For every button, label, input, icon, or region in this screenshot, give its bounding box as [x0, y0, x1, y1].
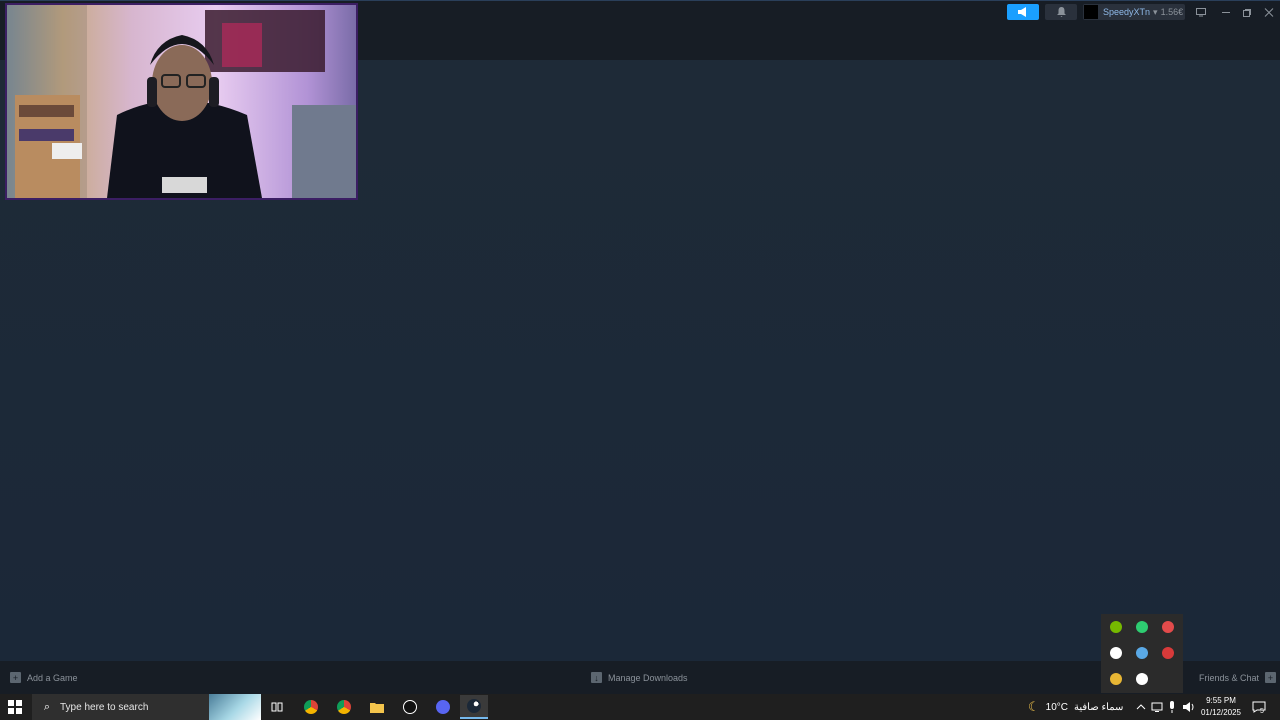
taskbar: ⌕ Type here to search ☾ 10°C سماء صافية …	[0, 694, 1280, 720]
steam-icon[interactable]	[1136, 647, 1148, 659]
search-highlight-image	[209, 694, 261, 720]
nvidia-icon[interactable]	[1110, 621, 1122, 633]
moon-icon: ☾	[1028, 699, 1040, 714]
microphone-icon[interactable]	[1168, 694, 1176, 720]
chrome-icon[interactable]	[1110, 673, 1122, 685]
webcam-overlay	[5, 3, 358, 200]
manage-downloads-label: Manage Downloads	[608, 672, 688, 683]
chrome-icon[interactable]	[297, 695, 325, 719]
weather-condition: سماء صافية	[1074, 701, 1124, 713]
weather-widget[interactable]: ☾ 10°C سماء صافية	[1028, 694, 1123, 720]
friends-chat-label: Friends & Chat	[1199, 672, 1260, 683]
chrome-alt-icon[interactable]	[330, 695, 358, 719]
megaphone-icon	[1018, 7, 1026, 17]
discord-icon[interactable]	[1136, 673, 1148, 685]
wallet-balance: 1.56€	[1160, 7, 1184, 17]
webcam-image	[7, 5, 356, 198]
plus-icon: +	[10, 672, 21, 683]
shield-icon[interactable]	[1136, 621, 1148, 633]
search-icon: ⌕	[43, 700, 51, 713]
bell-icon	[1056, 7, 1066, 17]
clock-time: 9:55 PM	[1206, 696, 1236, 705]
g-hub-icon[interactable]	[1110, 647, 1122, 659]
obs-icon[interactable]	[1162, 621, 1174, 633]
mic-icon[interactable]	[1162, 647, 1174, 659]
close-icon[interactable]	[1260, 4, 1278, 20]
steam-icon[interactable]	[460, 695, 488, 719]
search-box[interactable]: ⌕ Type here to search	[32, 694, 261, 720]
clock[interactable]: 9:55 PM 01/12/2025	[1198, 695, 1244, 719]
weather-temp: 10°C	[1045, 701, 1068, 713]
manage-downloads-button[interactable]: ↓ Manage Downloads	[591, 661, 688, 694]
windows-start-icon[interactable]	[8, 700, 22, 714]
task-view-icon[interactable]	[263, 695, 291, 719]
minimize-icon[interactable]	[1217, 4, 1235, 20]
account-menu[interactable]: SpeedyXTn ▾ 1.56€	[1083, 4, 1185, 20]
account-name: SpeedyXTn	[1103, 7, 1151, 17]
tray-overflow-popup	[1101, 614, 1183, 693]
tray-chevron-up-icon[interactable]	[1136, 694, 1146, 720]
add-game-label: Add a Game	[27, 672, 78, 683]
download-icon: ↓	[591, 672, 602, 683]
header-border	[0, 0, 1280, 1]
library-footer: + Add a Game ↓ Manage Downloads Friends …	[0, 661, 1280, 694]
notification-count-badge: 5	[1260, 707, 1264, 715]
avatar	[1084, 5, 1098, 19]
chevron-down-icon: ▾	[1153, 6, 1158, 17]
friends-chat-button[interactable]: Friends & Chat +	[1199, 661, 1277, 694]
file-explorer-icon[interactable]	[363, 695, 391, 719]
obs-icon[interactable]	[396, 695, 424, 719]
chat-icon: +	[1265, 672, 1277, 683]
discord-icon[interactable]	[429, 695, 457, 719]
restore-icon[interactable]	[1238, 4, 1256, 20]
monitor-icon[interactable]	[1192, 4, 1210, 20]
announcements-button[interactable]	[1007, 4, 1039, 20]
search-placeholder: Type here to search	[60, 701, 149, 713]
volume-icon[interactable]	[1183, 694, 1196, 720]
clock-date: 01/12/2025	[1200, 708, 1242, 717]
add-game-button[interactable]: + Add a Game	[10, 661, 78, 694]
notification-center-icon[interactable]: 5	[1252, 694, 1266, 720]
network-icon[interactable]	[1151, 694, 1163, 720]
notifications-button[interactable]	[1045, 4, 1077, 20]
